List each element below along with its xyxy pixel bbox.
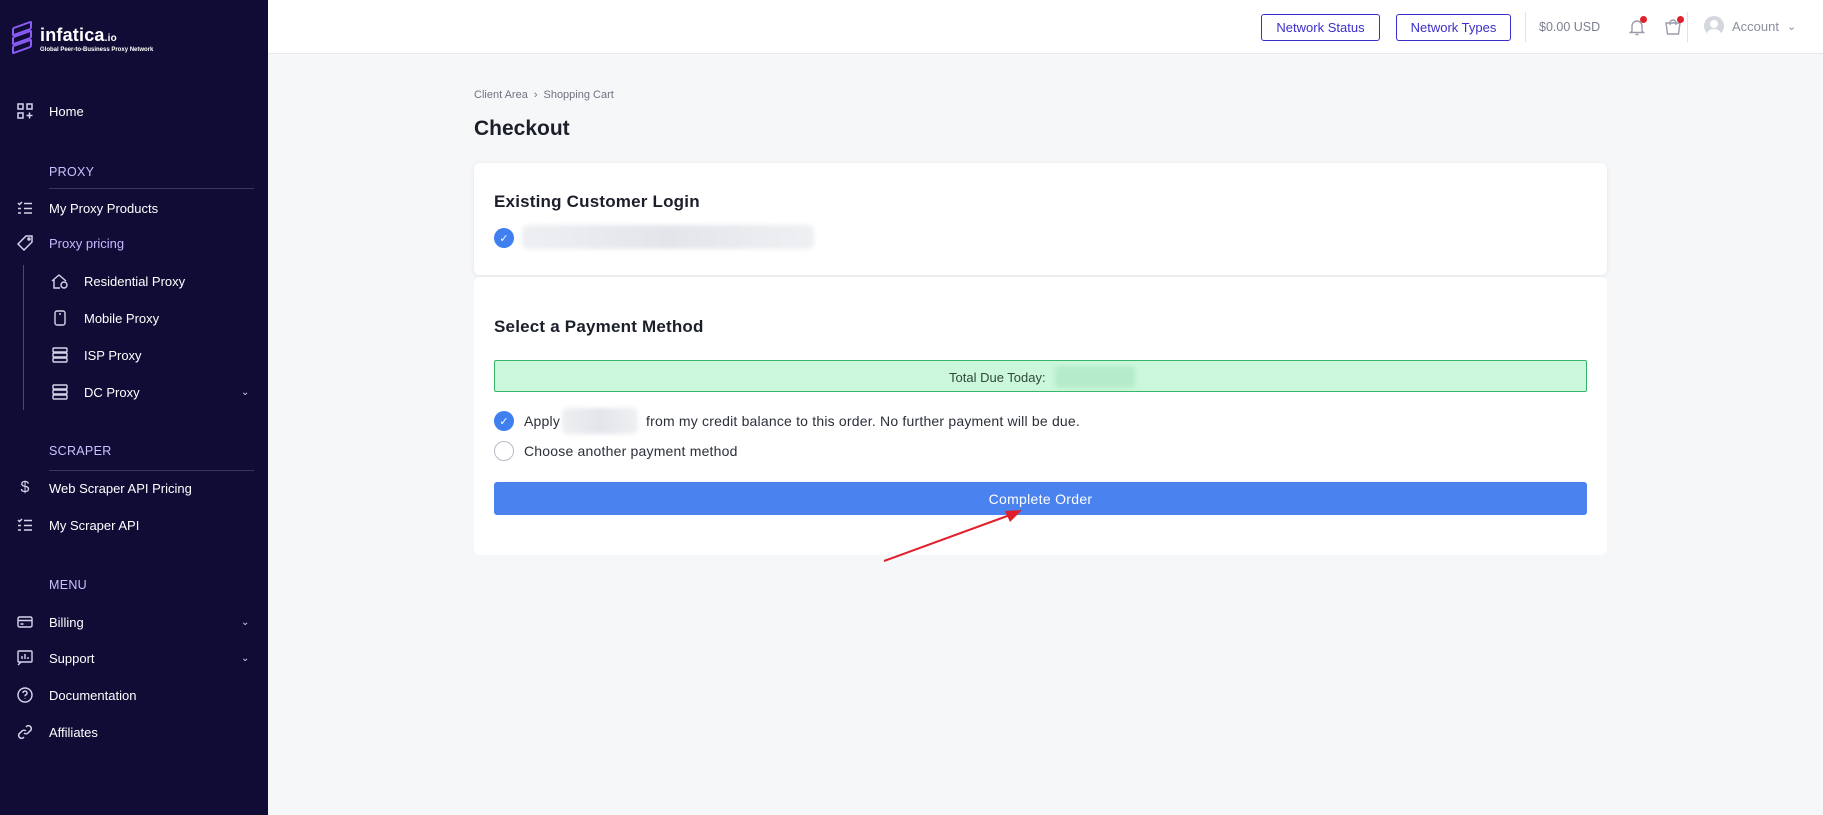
mobile-icon [51,309,69,327]
sidebar-item-label: My Proxy Products [49,200,159,216]
sidebar-item-mobile-proxy[interactable]: Mobile Proxy [0,303,268,333]
logged-in-check-icon: ✓ [494,228,514,248]
house-icon [51,272,69,290]
other-payment-label[interactable]: Choose another payment method [524,443,738,459]
sidebar-item-label: Documentation [49,687,137,703]
sidebar-item-home[interactable]: Home [0,96,268,126]
login-card-title: Existing Customer Login [494,192,700,211]
payment-card-title: Select a Payment Method [494,317,704,336]
brand-suffix: .io [104,33,117,44]
total-due-label: Total Due Today: [949,370,1046,385]
dollar-icon: $ [20,479,30,496]
sidebar-item-dc-proxy[interactable]: DC Proxy ⌄ [0,377,268,407]
sidebar-item-label: Mobile Proxy [84,310,160,326]
sidebar-item-billing[interactable]: Billing ⌄ [0,607,268,637]
apply-credit-suffix: from my credit balance to this order. No… [646,413,1080,429]
complete-order-button[interactable]: Complete Order [494,482,1587,515]
sidebar-item-proxy-pricing[interactable]: Proxy pricing [0,228,268,258]
breadcrumb-separator-icon: › [533,89,538,101]
sidebar-item-label: Affiliates [49,724,98,740]
sidebar-item-affiliates[interactable]: Affiliates [0,717,268,747]
grid-icon [16,102,34,120]
sidebar-item-label: Web Scraper API Pricing [49,480,192,496]
credit-balance[interactable]: $0.00 USD [1539,20,1600,34]
page-title: Checkout [474,117,570,140]
sidebar-item-label: Residential Proxy [84,273,186,289]
redacted-credit-amount [562,408,638,434]
list-icon [16,199,34,217]
sidebar-item-label: Home [49,103,84,119]
existing-customer-login-card: Existing Customer Login ✓ [474,163,1607,275]
apply-credit-prefix: Apply [524,413,561,429]
apply-credit-radio[interactable]: ✓ [494,411,514,431]
total-due-box: Total Due Today: [494,360,1587,392]
payment-method-card: Select a Payment Method Total Due Today:… [474,277,1607,555]
section-title-proxy: PROXY [49,165,95,179]
link-icon [16,723,34,741]
list-icon [16,516,34,534]
breadcrumb: Client Area › Shopping Cart [474,89,614,101]
network-status-button[interactable]: Network Status [1261,14,1380,41]
sidebar-item-my-scraper-api[interactable]: My Scraper API [0,510,268,540]
logo-mark-icon [12,20,32,56]
sidebar-item-label: Proxy pricing [49,235,125,251]
network-types-button[interactable]: Network Types [1396,14,1511,41]
chevron-down-icon[interactable]: ⌄ [241,387,249,398]
header-divider [1525,12,1526,42]
question-icon [16,686,34,704]
section-divider [49,470,254,471]
redacted-account-info [522,225,814,249]
sidebar-item-isp-proxy[interactable]: ISP Proxy [0,340,268,370]
breadcrumb-link[interactable]: Client Area [474,89,528,101]
top-header: Network Status Network Types $0.00 USD A… [268,0,1823,54]
chevron-down-icon[interactable]: ⌄ [241,653,249,664]
breadcrumb-current: Shopping Cart [543,89,614,101]
sidebar-item-label: Billing [49,614,84,630]
section-title-menu: MENU [49,578,88,592]
server-icon [51,383,69,401]
sidebar-item-label: ISP Proxy [84,347,142,363]
card-icon [16,613,34,631]
avatar [1704,16,1724,36]
cart-icon[interactable] [1662,16,1684,38]
brand-tagline: Global Peer-to-Business Proxy Network [40,47,154,53]
section-divider [49,188,254,189]
sidebar-item-documentation[interactable]: Documentation [0,680,268,710]
account-label: Account [1732,18,1779,34]
sidebar-item-residential-proxy[interactable]: Residential Proxy [0,266,268,296]
chevron-down-icon[interactable]: ⌄ [241,617,249,628]
sidebar-item-label: DC Proxy [84,384,140,400]
brand-logo[interactable]: infatica.io Global Peer-to-Business Prox… [12,20,154,56]
account-menu[interactable]: Account ⌄ [1704,16,1796,36]
cart-dot [1677,16,1684,23]
server-icon [51,346,69,364]
section-title-scraper: SCRAPER [49,444,112,458]
header-divider [1687,12,1688,42]
brand-name: infatica [40,25,105,45]
sidebar-item-label: Support [49,650,95,666]
support-icon [16,649,34,667]
sidebar-item-support[interactable]: Support ⌄ [0,643,268,673]
notification-dot [1640,16,1647,23]
sidebar-item-web-scraper-api-pricing[interactable]: $ Web Scraper API Pricing [0,473,268,503]
bell-icon[interactable] [1626,16,1648,38]
sidebar-item-my-proxy-products[interactable]: My Proxy Products [0,193,268,223]
other-payment-radio[interactable] [494,441,514,461]
sidebar: infatica.io Global Peer-to-Business Prox… [0,0,268,815]
sidebar-item-label: My Scraper API [49,517,140,533]
tag-icon [16,234,34,252]
chevron-down-icon: ⌄ [1786,20,1797,33]
redacted-total-amount [1055,366,1135,388]
